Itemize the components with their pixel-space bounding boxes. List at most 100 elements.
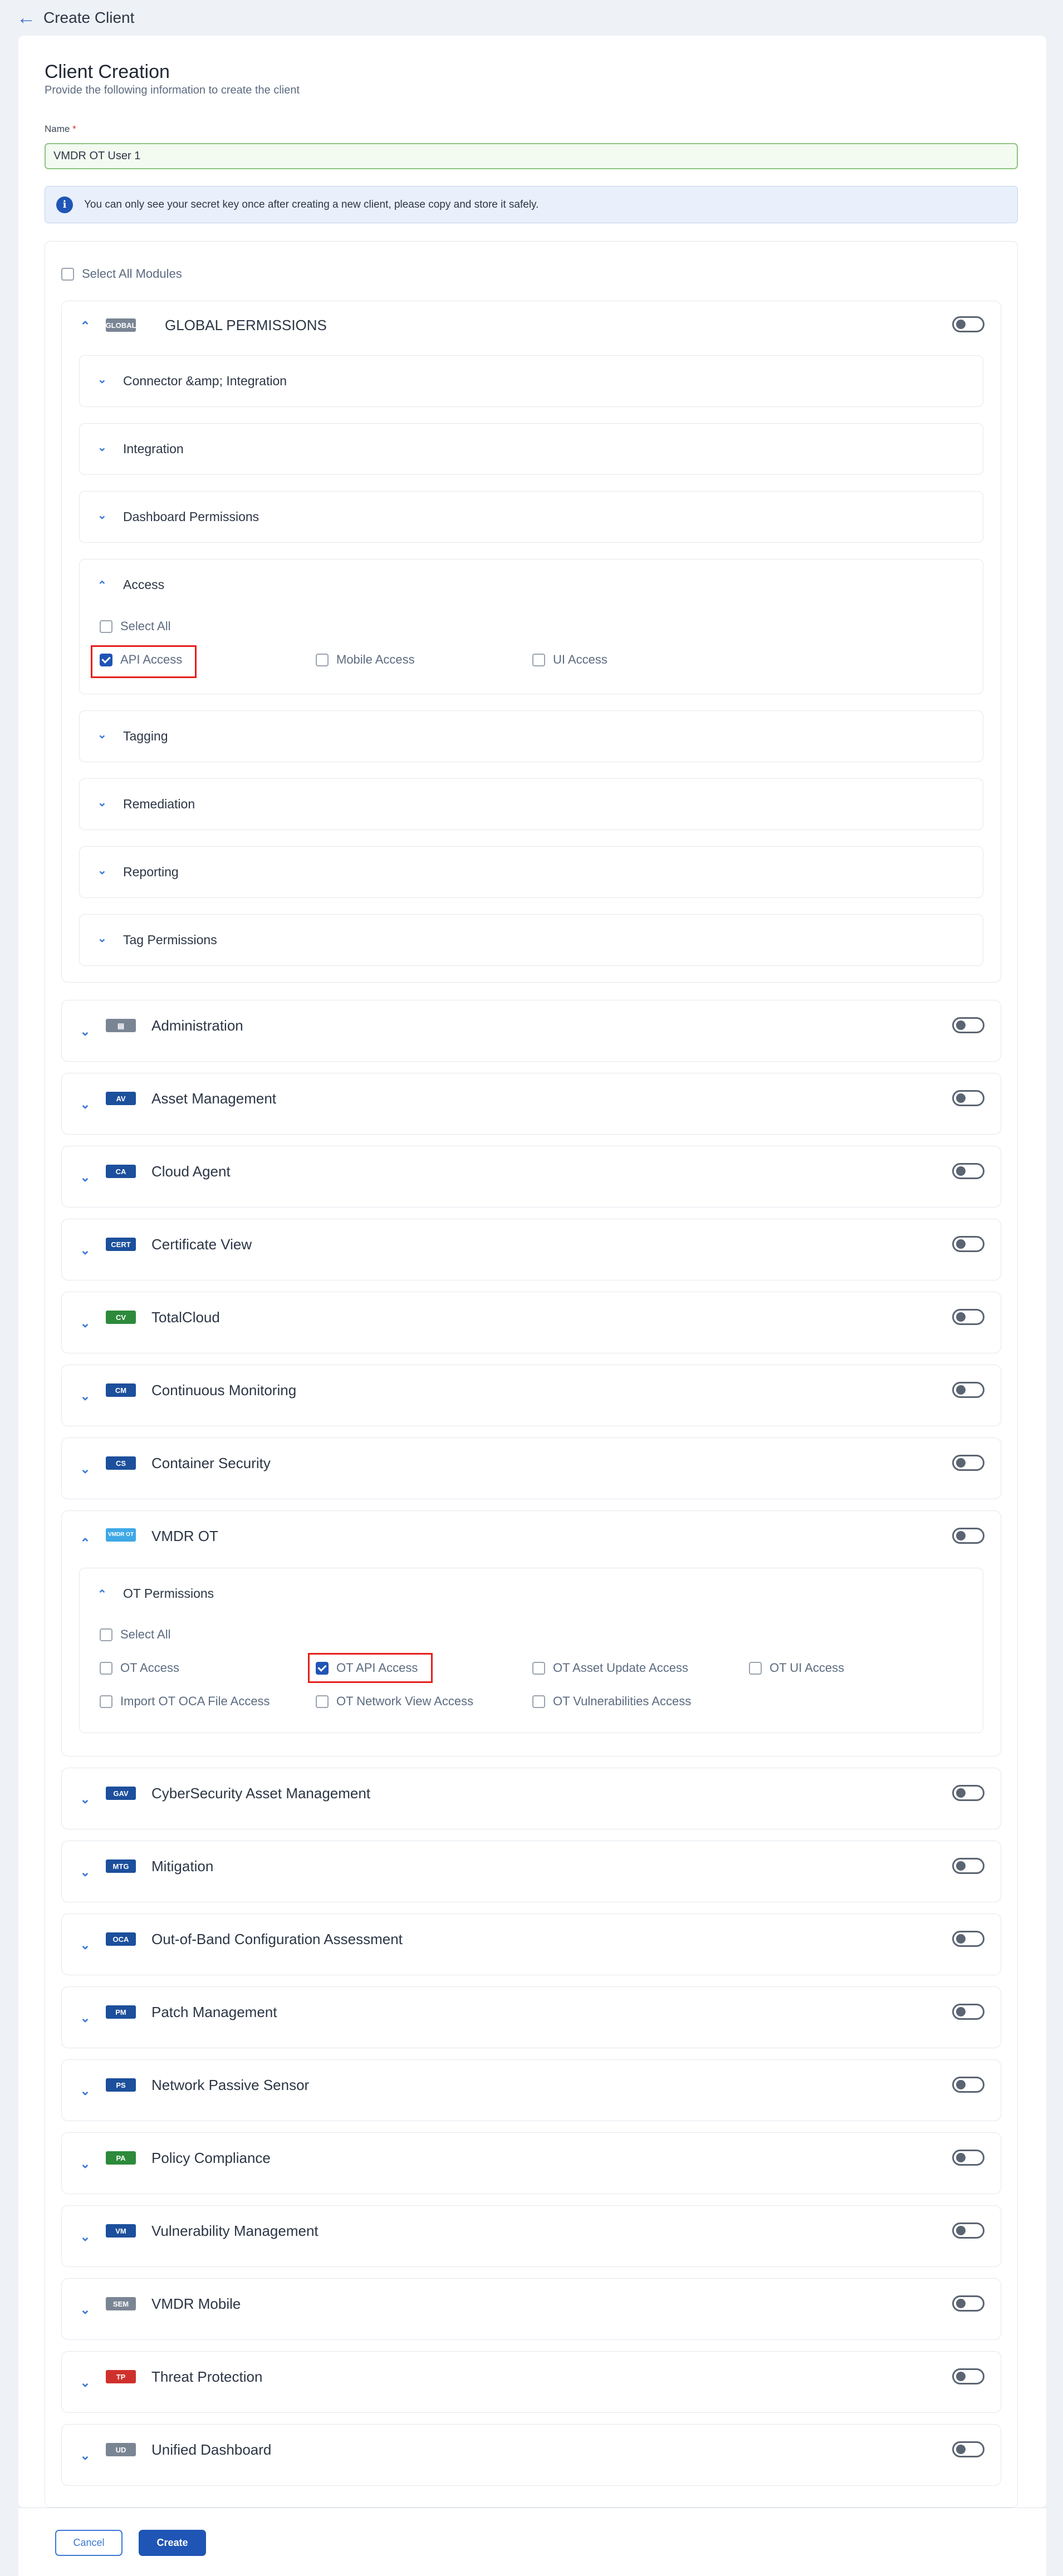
- chevron-down-icon[interactable]: ⌄: [97, 863, 107, 877]
- chevron-down-icon[interactable]: ⌄: [97, 440, 107, 454]
- chevron-down-icon[interactable]: ⌄: [79, 2303, 92, 2317]
- chevron-down-icon[interactable]: ⌄: [97, 796, 107, 809]
- checkbox[interactable]: [532, 1661, 545, 1675]
- checkbox[interactable]: [316, 653, 329, 666]
- module-badge: GAV: [106, 1787, 136, 1800]
- module-toggle[interactable]: [952, 316, 984, 332]
- chevron-up-icon[interactable]: ⌃: [97, 1587, 107, 1601]
- ot-select-all[interactable]: Select All: [100, 1627, 171, 1642]
- chevron-down-icon[interactable]: ⌄: [79, 1025, 92, 1038]
- chevron-down-icon[interactable]: ⌄: [79, 2449, 92, 2462]
- checkbox[interactable]: [100, 620, 112, 633]
- option-label: OT Asset Update Access: [553, 1661, 688, 1675]
- module-toggle[interactable]: [952, 1382, 984, 1398]
- checkbox[interactable]: [100, 1628, 112, 1641]
- module-cloud-agent: ⌄ CA Cloud Agent: [61, 1146, 1001, 1208]
- cancel-button[interactable]: Cancel: [55, 2530, 123, 2556]
- option-ui-access[interactable]: UI Access: [532, 652, 608, 667]
- module-badge: OCA: [106, 1932, 136, 1946]
- create-button[interactable]: Create: [139, 2530, 206, 2556]
- option-ot-network-view-access[interactable]: OT Network View Access: [316, 1694, 473, 1709]
- option-ot-vulnerabilities-access[interactable]: OT Vulnerabilities Access: [532, 1694, 691, 1709]
- chevron-down-icon[interactable]: ⌄: [79, 2011, 92, 2025]
- chevron-down-icon[interactable]: ⌄: [79, 1390, 92, 1403]
- module-toggle[interactable]: [952, 1236, 984, 1252]
- chevron-down-icon[interactable]: ⌄: [97, 508, 107, 522]
- chevron-down-icon[interactable]: ⌄: [79, 1939, 92, 1952]
- option-ot-access[interactable]: OT Access: [100, 1661, 179, 1675]
- option-import-ot-oca-file-access[interactable]: Import OT OCA File Access: [100, 1694, 270, 1709]
- section-integration[interactable]: ⌄ Integration: [79, 423, 983, 475]
- chevron-down-icon[interactable]: ⌄: [79, 1793, 92, 1806]
- module-toggle[interactable]: [952, 1163, 984, 1179]
- section-reporting[interactable]: ⌄ Reporting: [79, 846, 983, 898]
- option-ot-asset-update-access[interactable]: OT Asset Update Access: [532, 1661, 688, 1675]
- module-toggle[interactable]: [952, 2368, 984, 2384]
- chevron-down-icon[interactable]: ⌄: [79, 2230, 92, 2244]
- module-toggle[interactable]: [952, 1858, 984, 1874]
- section-label: Tag Permissions: [123, 933, 217, 947]
- module-name: Asset Management: [151, 1090, 277, 1107]
- module-toggle[interactable]: [952, 1090, 984, 1106]
- module-badge: VMDR OT: [106, 1528, 136, 1542]
- module-cybersecurity-asset-management: ⌄ GAV CyberSecurity Asset Management: [61, 1768, 1001, 1829]
- module-badge: GLOBAL: [106, 318, 136, 332]
- checkbox[interactable]: [532, 1695, 545, 1708]
- module-toggle[interactable]: [952, 1931, 984, 1947]
- chevron-down-icon[interactable]: ⌄: [79, 1244, 92, 1257]
- chevron-down-icon[interactable]: ⌄: [97, 372, 107, 386]
- module-name: Vulnerability Management: [151, 2222, 319, 2239]
- name-label-text: Name: [45, 124, 70, 134]
- chevron-down-icon[interactable]: ⌄: [97, 728, 107, 742]
- chevron-down-icon[interactable]: ⌄: [79, 1866, 92, 1879]
- module-badge: SEM: [106, 2297, 136, 2310]
- chevron-down-icon[interactable]: ⌄: [79, 2376, 92, 2389]
- section-tagging[interactable]: ⌄ Tagging: [79, 710, 983, 762]
- chevron-down-icon[interactable]: ⌄: [79, 1171, 92, 1184]
- module-oca: ⌄ OCA Out-of-Band Configuration Assessme…: [61, 1913, 1001, 1975]
- chevron-down-icon[interactable]: ⌄: [79, 1317, 92, 1330]
- module-unified-dashboard: ⌄ UD Unified Dashboard: [61, 2424, 1001, 2486]
- module-title: GLOBAL PERMISSIONS: [165, 317, 327, 333]
- module-toggle[interactable]: [952, 1309, 984, 1325]
- module-toggle[interactable]: [952, 2222, 984, 2239]
- module-toggle[interactable]: [952, 1455, 984, 1471]
- checkbox[interactable]: [316, 1695, 329, 1708]
- arrow-left-icon[interactable]: ←: [17, 8, 43, 27]
- module-toggle[interactable]: [952, 1017, 984, 1033]
- document-icon: ▤: [106, 1019, 136, 1032]
- option-label: OT Vulnerabilities Access: [553, 1694, 692, 1708]
- option-ot-ui-access[interactable]: OT UI Access: [749, 1661, 844, 1675]
- chevron-down-icon[interactable]: ⌄: [79, 1463, 92, 1476]
- name-input[interactable]: [45, 143, 1018, 169]
- module-toggle[interactable]: [952, 2077, 984, 2093]
- section-connector-integration[interactable]: ⌄ Connector &amp; Integration: [79, 355, 983, 407]
- checkbox[interactable]: [100, 1695, 112, 1708]
- access-select-all[interactable]: Select All: [100, 619, 171, 634]
- module-toggle[interactable]: [952, 2150, 984, 2166]
- option-mobile-access[interactable]: Mobile Access: [316, 652, 415, 667]
- chevron-up-icon[interactable]: ⌃: [97, 578, 107, 592]
- section-dashboard-permissions[interactable]: ⌄ Dashboard Permissions: [79, 491, 983, 543]
- checkbox[interactable]: [532, 653, 545, 666]
- checkbox[interactable]: [749, 1661, 762, 1675]
- chevron-up-icon[interactable]: ⌃: [79, 320, 92, 333]
- module-toggle[interactable]: [952, 1785, 984, 1801]
- module-toggle[interactable]: [952, 2004, 984, 2020]
- chevron-down-icon[interactable]: ⌄: [79, 1098, 92, 1111]
- module-toggle[interactable]: [952, 2441, 984, 2457]
- select-all-modules[interactable]: Select All Modules: [61, 267, 182, 281]
- checkbox[interactable]: [100, 1661, 112, 1675]
- section-remediation[interactable]: ⌄ Remediation: [79, 778, 983, 830]
- chevron-down-icon[interactable]: ⌄: [79, 2157, 92, 2171]
- module-threat-protection: ⌄ TP Threat Protection: [61, 2351, 1001, 2413]
- chevron-down-icon[interactable]: ⌄: [97, 931, 107, 945]
- module-toggle[interactable]: [952, 1528, 984, 1544]
- section-tag-permissions[interactable]: ⌄ Tag Permissions: [79, 914, 983, 966]
- module-vulnerability-management: ⌄ VM Vulnerability Management: [61, 2205, 1001, 2267]
- module-name: Patch Management: [151, 2004, 277, 2020]
- chevron-down-icon[interactable]: ⌄: [79, 2084, 92, 2098]
- select-all-modules-checkbox[interactable]: [61, 267, 74, 281]
- chevron-up-icon[interactable]: ⌃: [79, 1537, 92, 1550]
- module-toggle[interactable]: [952, 2295, 984, 2312]
